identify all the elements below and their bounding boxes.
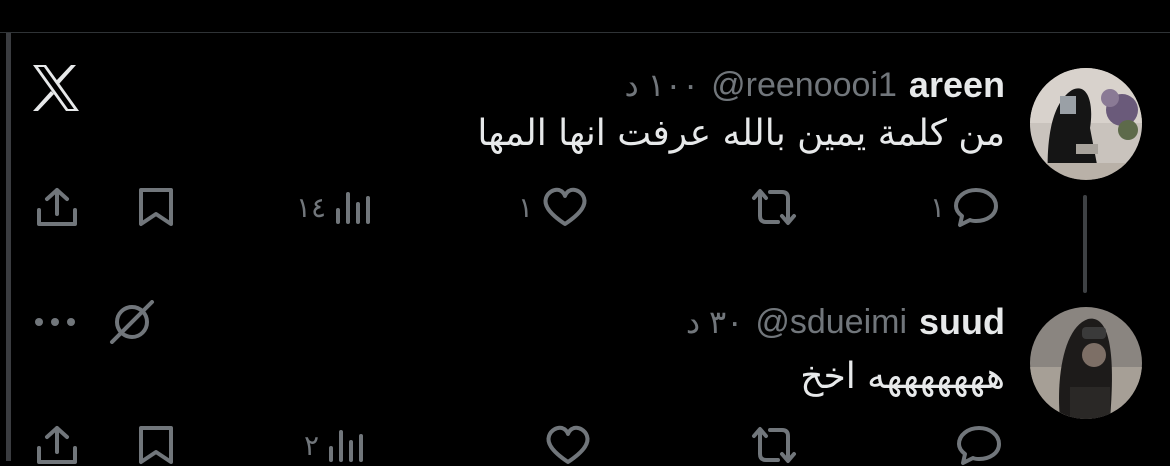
reply-button[interactable]: ١ <box>930 186 999 228</box>
tweet-text: من كلمة يمين بالله عرفت انها المها <box>477 113 1005 154</box>
retweet-icon <box>748 186 800 228</box>
share-icon <box>34 424 80 466</box>
bookmark-button[interactable] <box>136 186 176 228</box>
reply-icon <box>953 186 999 228</box>
grok-button[interactable] <box>108 300 156 344</box>
left-border <box>6 33 11 461</box>
user-handle[interactable]: @reenoooi1 <box>711 66 897 105</box>
retweet-icon <box>748 424 800 466</box>
share-button[interactable] <box>34 424 80 466</box>
like-button[interactable] <box>544 424 592 466</box>
user-handle[interactable]: @sdueimi <box>755 303 907 342</box>
x-logo-icon[interactable] <box>30 62 82 114</box>
timestamp[interactable]: ٣٠ د <box>686 303 744 341</box>
top-divider <box>0 32 1170 33</box>
thread-connector <box>1083 195 1087 293</box>
reply-button[interactable] <box>956 424 1002 466</box>
retweet-button[interactable] <box>748 424 800 466</box>
display-name[interactable]: areen <box>909 64 1005 106</box>
display-name[interactable]: suud <box>919 301 1005 343</box>
bookmark-button[interactable] <box>136 424 176 466</box>
avatar[interactable] <box>1030 68 1142 180</box>
heart-icon <box>544 424 592 466</box>
like-button[interactable]: ١ <box>518 186 589 228</box>
reply-icon <box>956 424 1002 466</box>
share-button[interactable] <box>34 186 80 228</box>
like-count: ١ <box>518 190 534 224</box>
share-icon <box>34 186 80 228</box>
tweet-header: areen @reenoooi1 ١٠٠ د <box>624 63 1005 107</box>
bookmark-icon <box>136 424 176 466</box>
grok-icon <box>108 300 156 344</box>
retweet-button[interactable] <box>748 186 800 228</box>
more-icon <box>32 312 78 332</box>
heart-icon <box>541 186 589 228</box>
tweet-text: هههههههه اخخ <box>800 356 1005 397</box>
views-icon <box>334 186 374 228</box>
reply-count: ١ <box>930 190 946 224</box>
bookmark-icon <box>136 186 176 228</box>
views-count: ١٤ <box>296 190 327 224</box>
views-icon <box>327 424 367 466</box>
tweet-header: suud @sdueimi ٣٠ د <box>686 300 1005 344</box>
views-button[interactable]: ٢ <box>304 424 367 466</box>
avatar[interactable] <box>1030 307 1142 419</box>
timestamp[interactable]: ١٠٠ د <box>624 66 699 104</box>
more-options-button[interactable] <box>32 312 78 332</box>
views-count: ٢ <box>304 428 320 462</box>
views-button[interactable]: ١٤ <box>296 186 374 228</box>
